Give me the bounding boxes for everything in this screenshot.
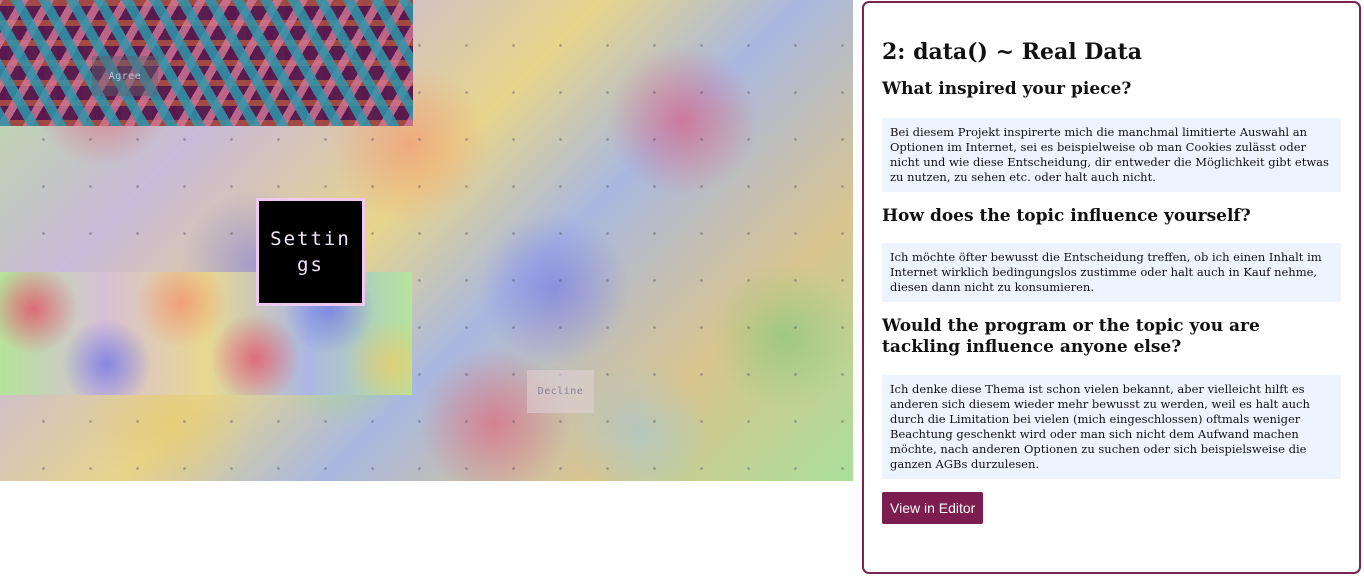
question-heading: What inspired your piece? [882,79,1132,99]
decline-button[interactable]: Decline [527,370,594,413]
settings-button[interactable]: Settings [256,198,365,306]
answer-text: Bei diesem Projekt inspirerte mich die m… [882,118,1341,192]
pattern-panel [0,0,413,126]
project-title: 2: data() ~ Real Data [882,39,1143,65]
view-in-editor-button[interactable]: View in Editor [882,492,984,524]
question-heading: How does the topic influence yourself? [882,206,1251,226]
answer-text: Ich denke diese Thema ist schon vielen b… [882,375,1341,479]
project-info-card: 2: data() ~ Real Data What inspired your… [862,1,1361,574]
answer-text: Ich möchte öfter bewusst die Entscheidun… [882,243,1341,302]
sketch-canvas[interactable]: Agree Decline Settings [0,0,853,481]
agree-button[interactable]: Agree [92,56,158,96]
question-heading: Would the program or the topic you are t… [882,316,1260,357]
